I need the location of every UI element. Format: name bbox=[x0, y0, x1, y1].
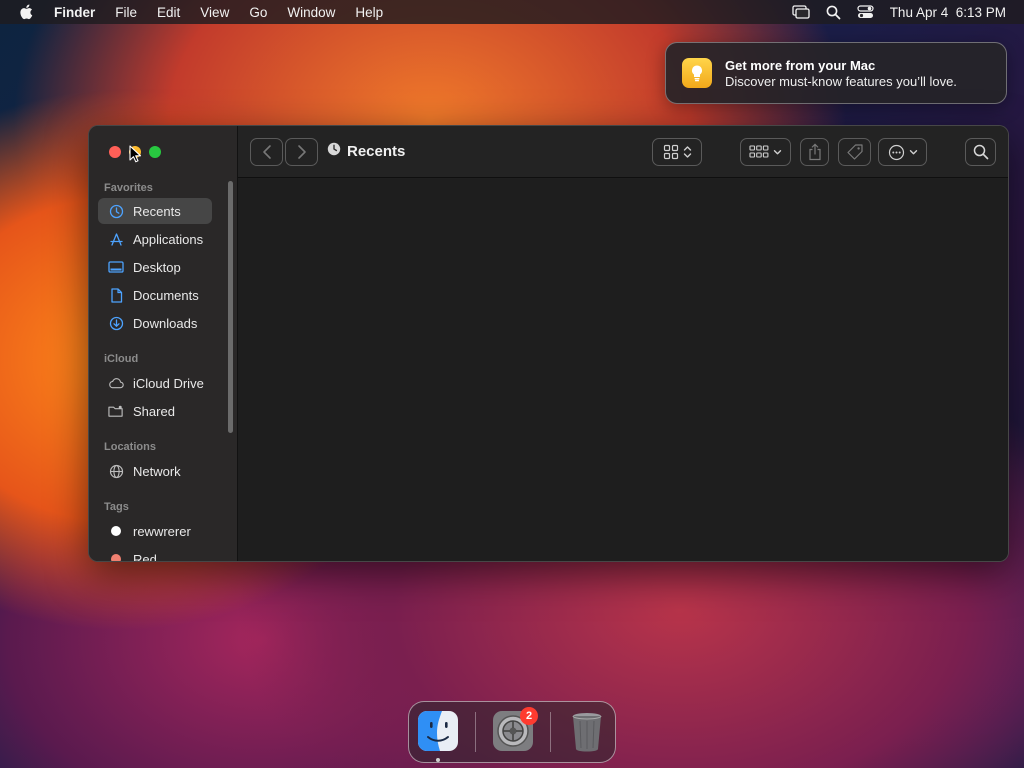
zoom-button[interactable] bbox=[149, 146, 161, 158]
dock-trash[interactable] bbox=[565, 709, 609, 753]
back-icon bbox=[262, 144, 272, 160]
view-mode-button[interactable] bbox=[652, 138, 702, 166]
sidebar-item-downloads[interactable]: Downloads bbox=[98, 310, 212, 336]
globe-icon bbox=[108, 463, 124, 479]
forward-icon bbox=[297, 144, 307, 160]
chevron-down-icon bbox=[773, 149, 782, 156]
sidebar-item-label: Shared bbox=[133, 403, 175, 419]
cloud-icon bbox=[108, 375, 124, 391]
sidebar-item-label: Red bbox=[133, 551, 157, 562]
sidebar: Favorites Recents Applications Desktop D… bbox=[89, 126, 238, 561]
sidebar-item-applications[interactable]: Applications bbox=[98, 226, 212, 252]
sidebar-item-label: Downloads bbox=[133, 315, 198, 331]
menu-view[interactable]: View bbox=[190, 5, 239, 20]
sidebar-item-label: Recents bbox=[133, 203, 181, 219]
chevron-down-icon bbox=[909, 149, 918, 156]
running-indicator bbox=[436, 758, 440, 762]
sidebar-item-desktop[interactable]: Desktop bbox=[98, 254, 212, 280]
finder-icon bbox=[416, 711, 460, 757]
dock-finder[interactable] bbox=[416, 709, 460, 753]
icon-view-icon bbox=[663, 144, 679, 160]
mouse-cursor-icon bbox=[129, 145, 142, 168]
window-title: Recents bbox=[327, 142, 405, 160]
sidebar-item-network[interactable]: Network bbox=[98, 458, 212, 484]
chevron-updown-icon bbox=[683, 145, 692, 159]
document-icon bbox=[108, 287, 124, 303]
recents-title-icon bbox=[327, 142, 341, 160]
share-icon bbox=[808, 143, 822, 161]
menu-go[interactable]: Go bbox=[239, 5, 277, 20]
back-button[interactable] bbox=[250, 138, 283, 166]
notification-badge: 2 bbox=[520, 707, 538, 725]
file-list-area[interactable] bbox=[238, 179, 1008, 561]
tag-button[interactable] bbox=[838, 138, 871, 166]
close-button[interactable] bbox=[109, 146, 121, 158]
sidebar-item-icloud-drive[interactable]: iCloud Drive bbox=[98, 370, 212, 396]
window-title-text: Recents bbox=[347, 142, 406, 160]
tag-icon bbox=[846, 143, 864, 161]
menu-edit[interactable]: Edit bbox=[147, 5, 190, 20]
group-button[interactable] bbox=[740, 138, 791, 166]
dock-system-settings[interactable]: 2 bbox=[491, 707, 538, 753]
control-center-icon[interactable] bbox=[857, 5, 874, 19]
dock-separator bbox=[550, 712, 551, 752]
tag-color-dot bbox=[111, 554, 121, 561]
sidebar-item-label: rewwrerer bbox=[133, 523, 191, 539]
sidebar-tag-rewwrerer[interactable]: rewwrerer bbox=[98, 518, 212, 544]
menu-help[interactable]: Help bbox=[345, 5, 393, 20]
sidebar-item-label: Network bbox=[133, 463, 181, 479]
tips-lightbulb-icon bbox=[682, 58, 712, 88]
desktop-icon bbox=[108, 259, 124, 275]
dock-separator bbox=[475, 712, 476, 752]
tag-color-dot bbox=[111, 526, 121, 536]
search-button[interactable] bbox=[965, 138, 996, 166]
more-actions-button[interactable] bbox=[878, 138, 927, 166]
spotlight-search-icon[interactable] bbox=[826, 5, 841, 20]
forward-button[interactable] bbox=[285, 138, 318, 166]
toolbar: Recents bbox=[238, 126, 1008, 178]
menu-bar: Finder File Edit View Go Window Help Thu… bbox=[0, 0, 1024, 24]
sidebar-tag-red[interactable]: Red bbox=[98, 546, 212, 562]
downloads-icon bbox=[108, 315, 124, 331]
notification-body: Discover must-know features you’ll love. bbox=[725, 73, 957, 89]
shared-folder-icon bbox=[108, 403, 124, 419]
sidebar-item-label: Documents bbox=[133, 287, 199, 303]
system-settings-icon bbox=[491, 711, 535, 757]
sidebar-item-recents[interactable]: Recents bbox=[98, 198, 212, 224]
sidebar-item-label: Desktop bbox=[133, 259, 181, 275]
clock-icon bbox=[108, 203, 124, 219]
notification-title: Get more from your Mac bbox=[725, 57, 876, 73]
sidebar-item-shared[interactable]: Shared bbox=[98, 398, 212, 424]
sidebar-item-label: Applications bbox=[133, 231, 204, 247]
share-button[interactable] bbox=[800, 138, 829, 166]
sidebar-scrollbar[interactable] bbox=[228, 181, 233, 433]
search-icon bbox=[973, 144, 989, 160]
apple-icon[interactable] bbox=[0, 4, 52, 20]
menu-file[interactable]: File bbox=[105, 5, 147, 20]
sidebar-section-icloud: iCloud bbox=[104, 353, 139, 365]
more-actions-icon bbox=[888, 144, 905, 161]
sidebar-item-documents[interactable]: Documents bbox=[98, 282, 212, 308]
trash-icon bbox=[565, 713, 609, 757]
sidebar-section-tags: Tags bbox=[104, 501, 129, 513]
finder-window: Favorites Recents Applications Desktop D… bbox=[88, 125, 1009, 562]
applications-icon bbox=[108, 231, 124, 247]
sidebar-section-favorites: Favorites bbox=[104, 182, 153, 194]
dock: 2 bbox=[408, 701, 616, 763]
sidebar-section-locations: Locations bbox=[104, 441, 156, 453]
sidebar-item-label: iCloud Drive bbox=[133, 375, 204, 391]
menu-window[interactable]: Window bbox=[277, 5, 345, 20]
menu-clock[interactable]: Thu Apr 4 6:13 PM bbox=[890, 5, 1006, 20]
group-icon bbox=[749, 145, 769, 159]
tips-notification[interactable]: Get more from your Mac Discover must-kno… bbox=[665, 42, 1007, 104]
screen-mirroring-icon[interactable] bbox=[792, 5, 810, 19]
menu-app-name[interactable]: Finder bbox=[52, 5, 105, 20]
